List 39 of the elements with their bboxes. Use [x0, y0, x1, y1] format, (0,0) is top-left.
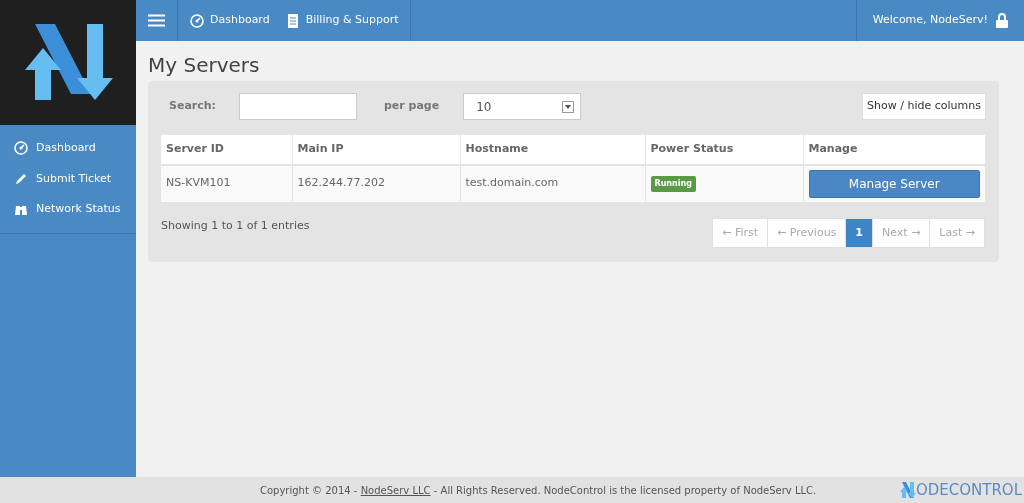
per-page-label: per page	[384, 98, 440, 115]
server-id-cell: NS-KVM101	[161, 164, 292, 202]
column-header: Hostname	[460, 135, 645, 165]
pagination-link[interactable]: ← First	[713, 218, 769, 247]
pencil-icon	[14, 171, 28, 186]
caret-icon	[565, 104, 572, 109]
column-header: Server ID	[161, 135, 292, 165]
welcome-text: Welcome, NodeServ!	[872, 12, 988, 29]
show-hide-columns-button[interactable]: Show / hide columns	[862, 93, 986, 120]
sidebar-item[interactable]: Network Status	[0, 194, 136, 225]
menu-button[interactable]	[148, 14, 165, 27]
menu-icon	[148, 14, 165, 27]
search-field[interactable]	[239, 93, 357, 120]
company-link[interactable]: NodeServ LLC	[360, 484, 431, 496]
manage-server-button[interactable]: Manage Server	[808, 169, 980, 198]
column-header: Power Status	[645, 135, 803, 165]
lock-icon	[996, 13, 1008, 28]
column-header: Main IP	[292, 135, 460, 165]
nav-link[interactable]: Billing & Support	[277, 12, 407, 29]
page-title: My Servers	[148, 53, 261, 77]
per-page-select[interactable]: 10	[463, 93, 582, 120]
column-header: Manage	[803, 135, 986, 165]
nav-link[interactable]: Dashboard	[182, 12, 278, 29]
document-icon	[285, 13, 300, 28]
search-label: Search:	[169, 98, 216, 115]
ip-cell: 162.244.77.202	[292, 164, 460, 202]
pagination-link[interactable]: Next →	[873, 218, 931, 247]
gauge-icon	[190, 13, 204, 28]
sidebar-item[interactable]: Submit Ticket	[0, 163, 136, 194]
gauge-icon	[14, 141, 28, 156]
logo-icon	[899, 480, 916, 499]
entries-info: Showing 1 to 1 of 1 entries	[161, 217, 310, 234]
hostname-cell: test.domain.com	[460, 164, 645, 202]
pagination-link[interactable]: Last →	[930, 218, 985, 247]
copyright-text: Copyright © 2014 - NodeServ LLC - All Rights Reserved. NodeControl is the licensed property of NodeServ LLC.	[260, 483, 817, 498]
status-badge: Running	[650, 176, 696, 192]
logo-text: ODECONTROL	[915, 479, 1022, 501]
page-number[interactable]: 1	[846, 218, 873, 247]
sidebar-item[interactable]: Dashboard	[0, 133, 136, 164]
